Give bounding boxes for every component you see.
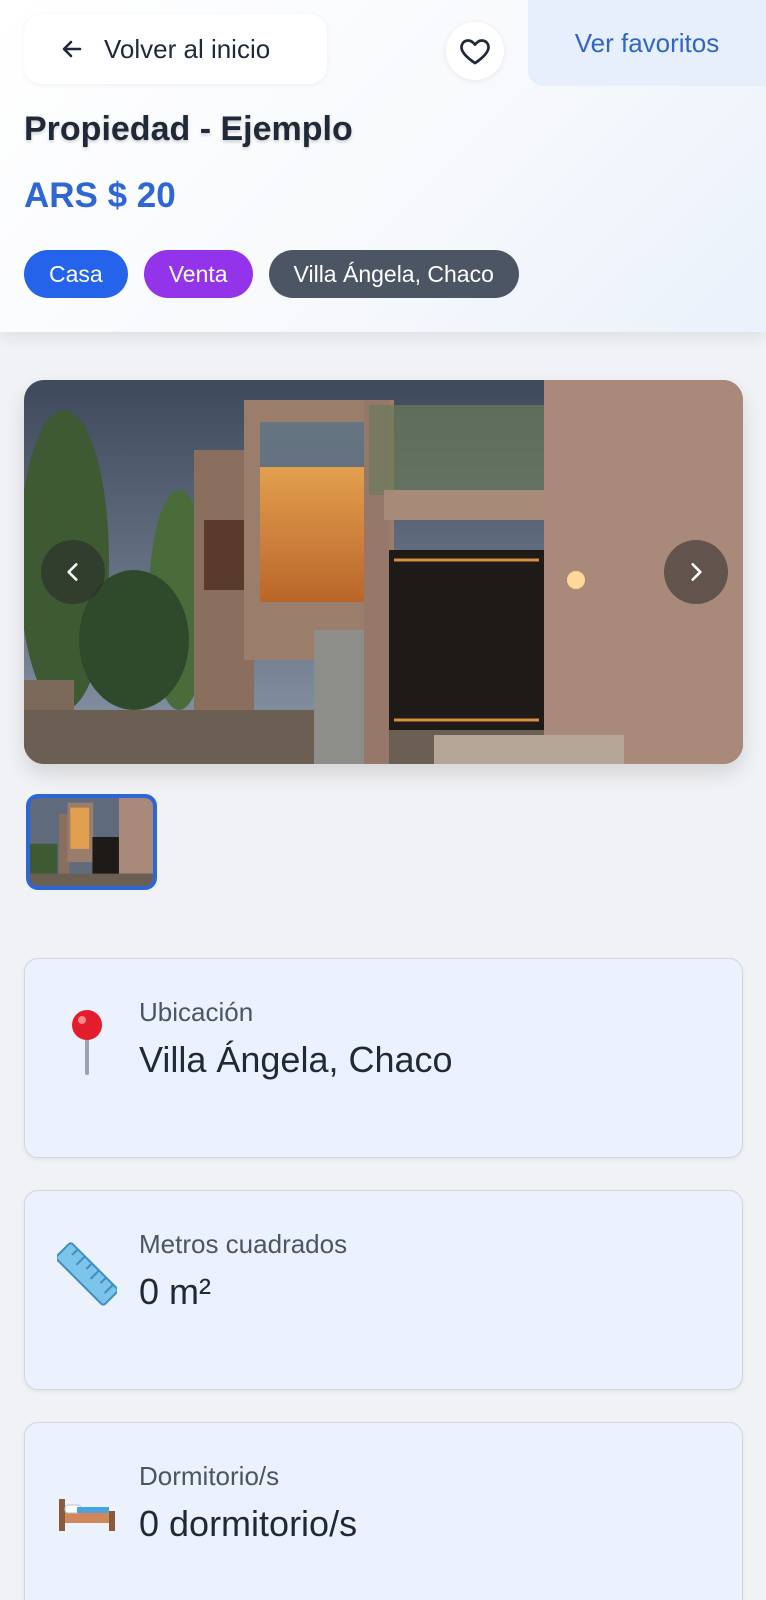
bedrooms-value: 0 dormitorio/s <box>139 1503 358 1544</box>
chevron-right-icon <box>691 563 702 581</box>
badge-location: Villa Ángela, Chaco <box>268 250 519 298</box>
ruler-icon <box>57 1242 117 1306</box>
price-label: ARS $ 20 <box>24 176 176 215</box>
carousel-next-button[interactable] <box>664 540 728 604</box>
gallery-thumbnail[interactable] <box>26 794 157 890</box>
back-home-label: Volver al inicio <box>104 33 271 64</box>
house-photo <box>24 380 743 764</box>
bedrooms-card: Dormitorio/s 0 dormitorio/s <box>24 1422 743 1600</box>
location-label: Ubicación <box>139 997 254 1027</box>
favorite-toggle-button[interactable] <box>446 22 504 80</box>
heart-icon <box>460 39 490 65</box>
view-favorites-button[interactable]: Ver favoritos <box>528 0 766 86</box>
property-header: Volver al inicio Ver favoritos Propiedad… <box>0 0 766 332</box>
arrow-left-icon <box>62 40 82 58</box>
badge-operation: Venta <box>143 250 253 298</box>
location-value: Villa Ángela, Chaco <box>139 1039 453 1080</box>
badge-type: Casa <box>24 250 128 298</box>
image-carousel <box>24 380 743 764</box>
badge-list: Casa Venta Villa Ángela, Chaco <box>24 250 519 298</box>
location-card: Ubicación Villa Ángela, Chaco <box>24 958 743 1158</box>
carousel-prev-button[interactable] <box>41 540 105 604</box>
thumbnail-image <box>30 798 153 886</box>
bedrooms-label: Dormitorio/s <box>139 1461 280 1491</box>
back-home-button[interactable]: Volver al inicio <box>24 14 327 84</box>
chevron-left-icon <box>67 563 78 581</box>
area-card: Metros cuadrados 0 m² <box>24 1190 743 1390</box>
pin-icon <box>72 1010 102 1075</box>
area-label: Metros cuadrados <box>139 1229 348 1259</box>
bed-icon <box>59 1499 115 1531</box>
page-title: Propiedad - Ejemplo <box>24 110 353 148</box>
view-favorites-label: Ver favoritos <box>574 27 720 58</box>
area-value: 0 m² <box>139 1271 211 1312</box>
